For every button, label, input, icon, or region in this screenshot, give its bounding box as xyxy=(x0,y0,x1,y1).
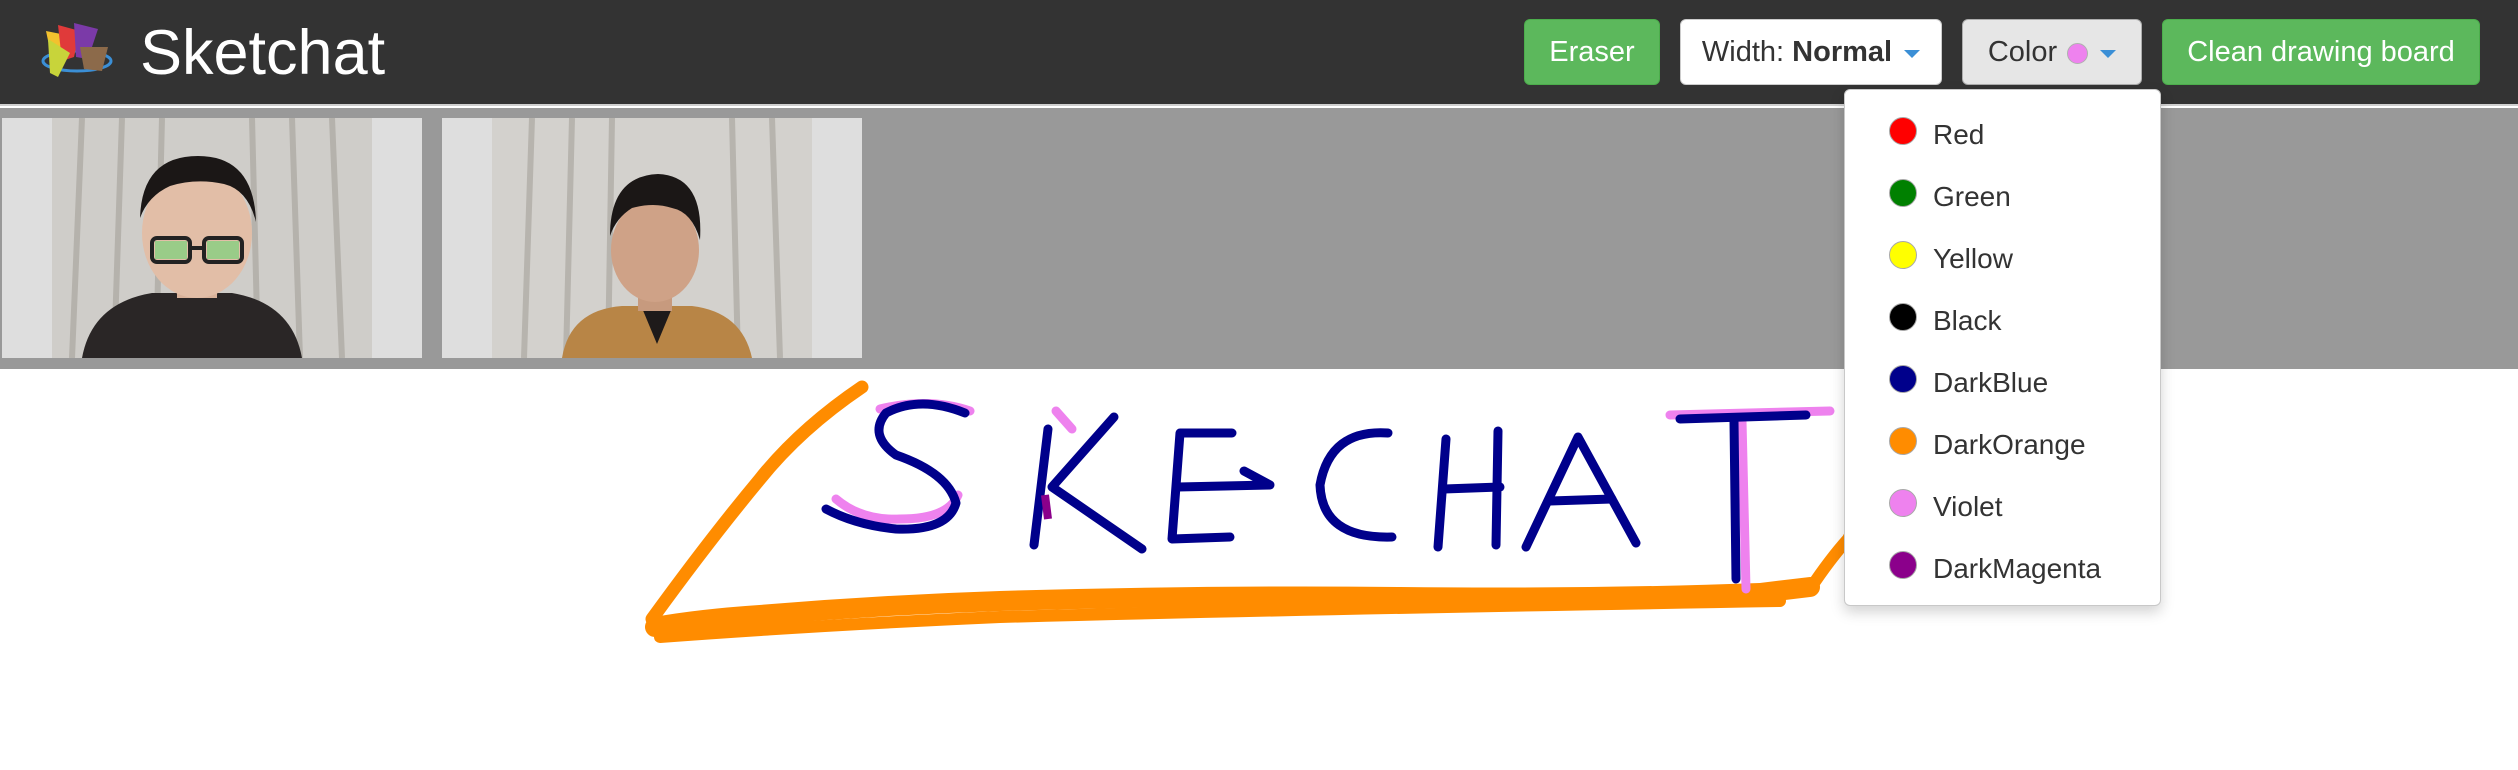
caret-down-icon xyxy=(1904,50,1921,58)
clean-drawing-board-button[interactable]: Clean drawing board xyxy=(2162,19,2480,85)
magenta-mark xyxy=(1041,494,1052,520)
color-dropdown-menu: Red Green Yellow Black DarkBlue DarkOrange Vio… xyxy=(1844,89,2161,606)
color-menu-item-green[interactable]: Green xyxy=(1845,166,2160,228)
current-color-swatch xyxy=(2067,42,2089,64)
color-menu-item-label: DarkOrange xyxy=(1933,429,2086,460)
width-value-label: Normal xyxy=(1792,35,1893,68)
color-menu-item-darkorange[interactable]: DarkOrange xyxy=(1845,414,2160,476)
color-dot-icon xyxy=(1889,179,1917,207)
color-menu-item-black[interactable]: Black xyxy=(1845,290,2160,352)
color-menu-item-yellow[interactable]: Yellow xyxy=(1845,228,2160,290)
video-frame-2 xyxy=(442,118,862,358)
color-dot-icon xyxy=(1889,551,1917,579)
sketchat-logo-icon xyxy=(41,23,113,77)
color-menu-item-label: Yellow xyxy=(1933,243,2013,274)
width-prefix-label: Width: xyxy=(1701,35,1793,68)
color-dot-icon xyxy=(1889,117,1917,145)
color-dot-icon xyxy=(1889,303,1917,331)
color-dot-icon xyxy=(1889,365,1917,393)
color-menu-item-red[interactable]: Red xyxy=(1845,104,2160,166)
color-menu-item-label: DarkMagenta xyxy=(1933,553,2102,584)
clean-button-label: Clean drawing board xyxy=(2187,35,2455,68)
color-menu-item-darkblue[interactable]: DarkBlue xyxy=(1845,352,2160,414)
color-dot-icon xyxy=(1889,427,1917,455)
color-menu-item-label: Violet xyxy=(1933,491,2003,522)
eraser-button-label: Eraser xyxy=(1549,35,1635,68)
color-dropdown-button[interactable]: Color xyxy=(1962,19,2142,85)
video-feed-participant-2[interactable] xyxy=(442,118,862,358)
video-frame-1 xyxy=(2,118,422,358)
video-feed-participant-1[interactable] xyxy=(2,118,422,358)
caret-down-icon xyxy=(2100,50,2117,58)
color-menu-item-label: DarkBlue xyxy=(1933,367,2049,398)
color-dot-icon xyxy=(1889,241,1917,269)
brand[interactable]: Sketchat xyxy=(36,20,385,86)
color-button-label: Color xyxy=(1987,35,2058,68)
color-menu-item-label: Red xyxy=(1933,119,1985,150)
app-title: Sketchat xyxy=(140,18,386,88)
width-dropdown-button[interactable]: Width: Normal xyxy=(1680,19,1942,85)
color-menu-item-label: Black xyxy=(1933,305,2002,336)
color-menu-item-darkmagenta[interactable]: DarkMagenta xyxy=(1845,538,2160,600)
color-menu-item-violet[interactable]: Violet xyxy=(1845,476,2160,538)
eraser-button[interactable]: Eraser xyxy=(1524,19,1660,85)
color-dot-icon xyxy=(1889,489,1917,517)
color-menu-item-label: Green xyxy=(1933,181,2011,212)
